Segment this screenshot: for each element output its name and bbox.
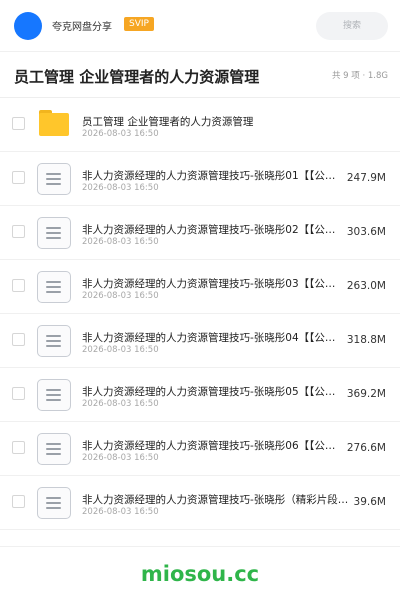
divider bbox=[0, 546, 400, 547]
file-row[interactable]: 非人力资源经理的人力资源管理技巧-张晓彤01【【公… 2026-08-03 16:… bbox=[0, 152, 400, 206]
file-date: 2026-08-03 16:50 bbox=[82, 183, 159, 193]
row-checkbox[interactable] bbox=[12, 225, 25, 238]
file-size: 369.2M bbox=[346, 388, 386, 400]
file-size: 263.0M bbox=[346, 280, 386, 292]
file-row[interactable]: 非人力资源经理的人力资源管理技巧-张晓彤02【【公… 2026-08-03 16:… bbox=[0, 206, 400, 260]
file-date: 2026-08-03 16:50 bbox=[82, 291, 159, 301]
file-list: 员工管理 企业管理者的人力资源管理 2026-08-03 16:50 非人力资源经理… bbox=[0, 98, 400, 530]
file-size: 303.6M bbox=[346, 226, 386, 238]
file-name: 员工管理 企业管理者的人力资源管理 bbox=[82, 116, 254, 128]
file-size: 39.6M bbox=[353, 496, 386, 508]
file-date: 2026-08-03 16:50 bbox=[82, 507, 159, 517]
document-icon bbox=[37, 379, 71, 411]
file-row[interactable]: 非人力资源经理的人力资源管理技巧-张晓彤05【【公… 2026-08-03 16:… bbox=[0, 368, 400, 422]
file-row[interactable]: 非人力资源经理的人力资源管理技巧-张晓彤04【【公… 2026-08-03 16:… bbox=[0, 314, 400, 368]
search-button[interactable]: 搜索 bbox=[316, 12, 388, 40]
file-row[interactable]: 非人力资源经理的人力资源管理技巧-张晓彤03【【公… 2026-08-03 16:… bbox=[0, 260, 400, 314]
folder-header: 员工管理 企业管理者的人力资源管理 共 9 项 · 1.8G bbox=[0, 52, 400, 98]
file-name: 非人力资源经理的人力资源管理技巧-张晓彤06【【公… bbox=[82, 440, 336, 452]
top-bar: 夸克网盘分享 SVIP 搜索 bbox=[0, 0, 400, 52]
svip-badge: SVIP bbox=[124, 17, 154, 31]
row-checkbox[interactable] bbox=[12, 441, 25, 454]
row-checkbox[interactable] bbox=[12, 171, 25, 184]
app-name: 夸克网盘分享 bbox=[52, 22, 112, 33]
folder-row[interactable]: 员工管理 企业管理者的人力资源管理 2026-08-03 16:50 bbox=[0, 98, 400, 152]
document-icon bbox=[37, 271, 71, 303]
file-date: 2026-08-03 16:50 bbox=[82, 129, 159, 139]
folder-meta: 共 9 项 · 1.8G bbox=[331, 71, 388, 81]
folder-icon bbox=[39, 110, 69, 136]
file-date: 2026-08-03 16:50 bbox=[82, 237, 159, 247]
avatar[interactable] bbox=[14, 12, 42, 40]
document-icon bbox=[37, 433, 71, 465]
document-icon bbox=[37, 217, 71, 249]
document-icon bbox=[37, 325, 71, 357]
file-name: 非人力资源经理的人力资源管理技巧-张晓彤01【【公… bbox=[82, 170, 336, 182]
page-title: 员工管理 企业管理者的人力资源管理 bbox=[14, 68, 260, 86]
row-checkbox[interactable] bbox=[12, 333, 25, 346]
document-icon bbox=[37, 163, 71, 195]
row-checkbox[interactable] bbox=[12, 495, 25, 508]
row-checkbox[interactable] bbox=[12, 279, 25, 292]
file-row[interactable]: 非人力资源经理的人力资源管理技巧-张晓彤06【【公… 2026-08-03 16:… bbox=[0, 422, 400, 476]
document-icon bbox=[37, 487, 71, 519]
file-size: 318.8M bbox=[346, 334, 386, 346]
row-checkbox[interactable] bbox=[12, 387, 25, 400]
file-name: 非人力资源经理的人力资源管理技巧-张晓彤02【【公… bbox=[82, 224, 336, 236]
file-date: 2026-08-03 16:50 bbox=[82, 453, 159, 463]
file-name: 非人力资源经理的人力资源管理技巧-张晓彤（精彩片段… bbox=[82, 494, 349, 506]
file-date: 2026-08-03 16:50 bbox=[82, 345, 159, 355]
row-checkbox[interactable] bbox=[12, 117, 25, 130]
file-date: 2026-08-03 16:50 bbox=[82, 399, 159, 409]
file-name: 非人力资源经理的人力资源管理技巧-张晓彤04【【公… bbox=[82, 332, 336, 344]
file-size: 247.9M bbox=[346, 172, 386, 184]
file-size: 276.6M bbox=[346, 442, 386, 454]
file-name: 非人力资源经理的人力资源管理技巧-张晓彤03【【公… bbox=[82, 278, 336, 290]
file-row[interactable]: 非人力资源经理的人力资源管理技巧-张晓彤（精彩片段… 2026-08-03 16:… bbox=[0, 476, 400, 530]
watermark: miosou.cc bbox=[140, 562, 260, 586]
file-name: 非人力资源经理的人力资源管理技巧-张晓彤05【【公… bbox=[82, 386, 336, 398]
